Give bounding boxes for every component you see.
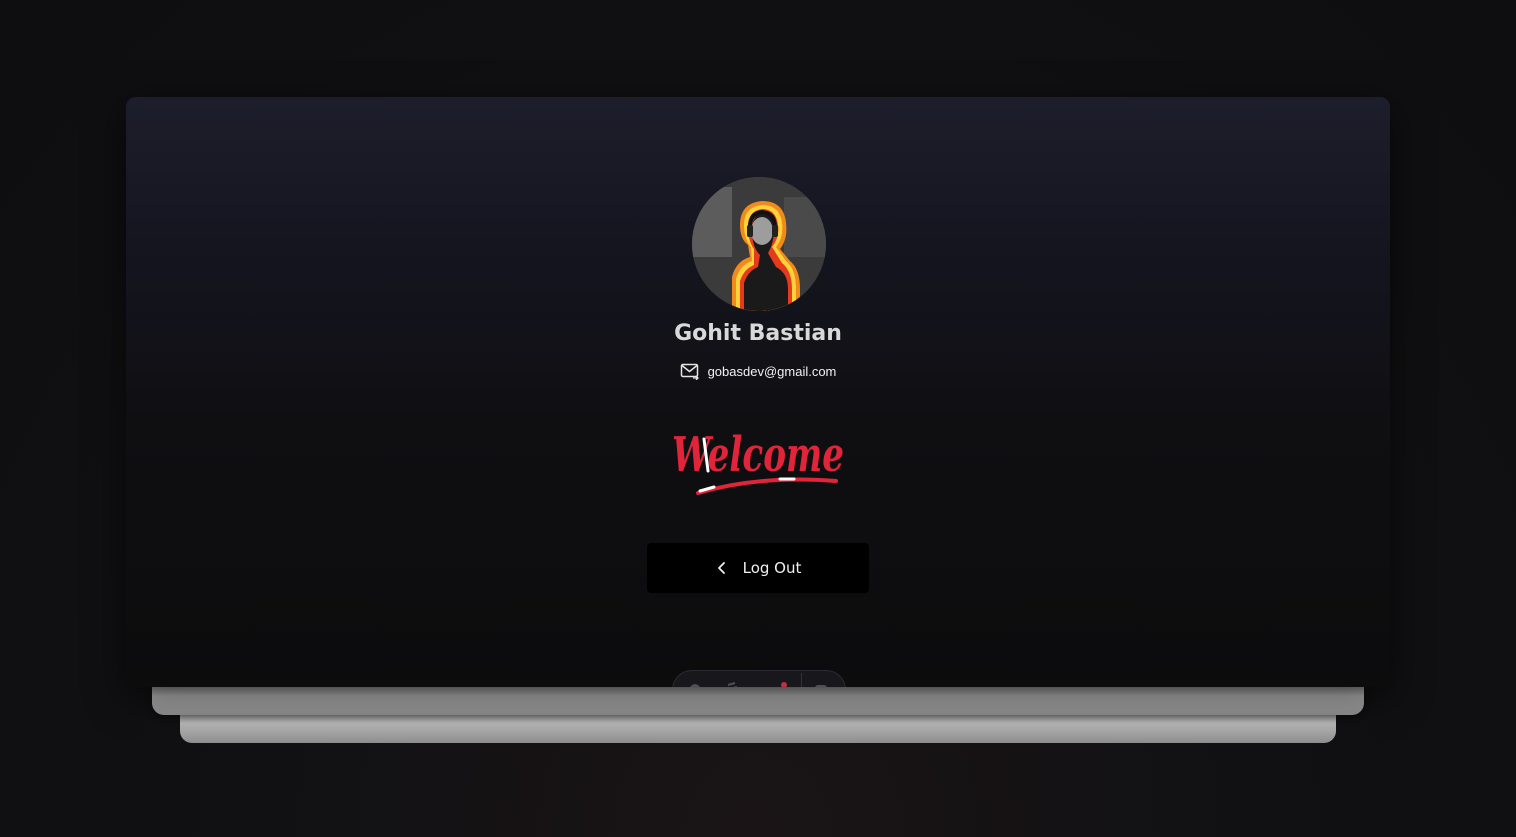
settings-icon[interactable]: [813, 679, 829, 687]
chevron-left-icon: [715, 561, 729, 575]
avatar: [692, 177, 826, 311]
mail-icon: [680, 362, 700, 380]
notifications-icon[interactable]: [767, 679, 787, 687]
home-icon[interactable]: [687, 679, 703, 687]
logout-label: Log Out: [742, 559, 802, 577]
user-name: Gohit Bastian: [674, 321, 842, 346]
avatar-image: [692, 177, 826, 311]
email-row: gobasdev@gmail.com: [126, 362, 1390, 380]
email-text: gobasdev@gmail.com: [707, 363, 837, 379]
bottom-dock: [672, 670, 846, 687]
chat-icon[interactable]: [725, 679, 741, 687]
welcome-logo: Welcome: [670, 409, 850, 499]
logout-button[interactable]: Log Out: [647, 543, 869, 593]
welcome-text: Welcome: [672, 427, 844, 483]
dock-separator: [801, 673, 802, 687]
profile-card: Gohit Bastian gobasdev@gmail.com Welcome…: [126, 97, 1390, 687]
